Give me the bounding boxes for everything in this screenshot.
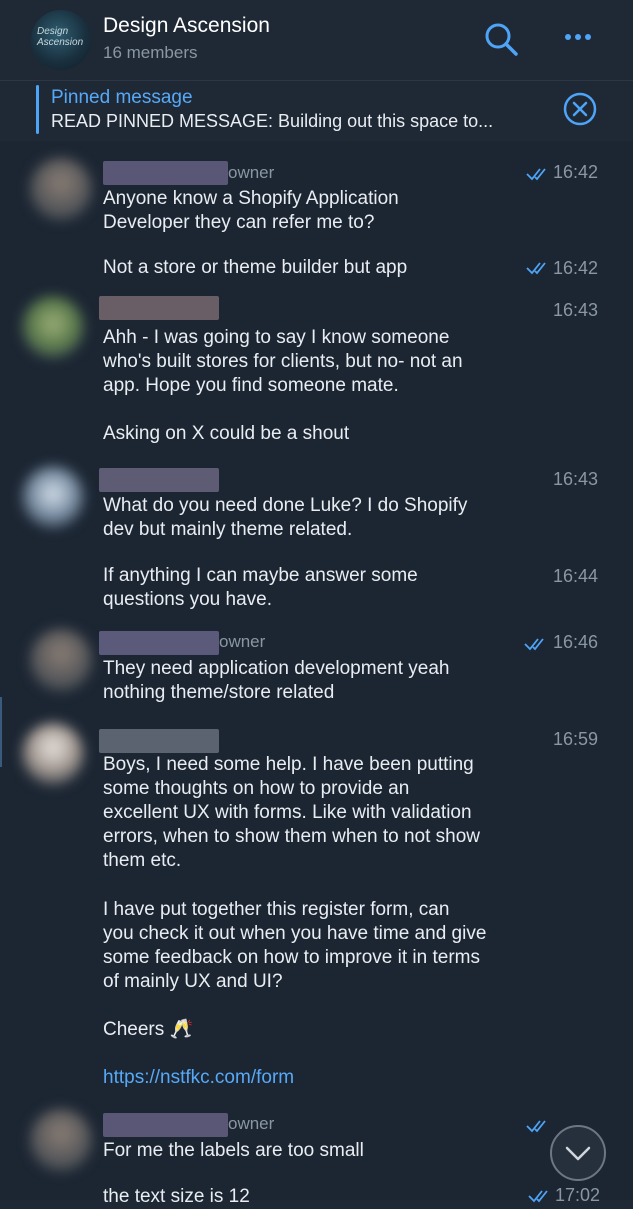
message-text: Not a store or theme builder but app xyxy=(103,257,408,278)
member-count: 16 members xyxy=(103,43,198,62)
avatar[interactable] xyxy=(30,629,92,691)
double-check-icon xyxy=(524,637,548,651)
group-avatar[interactable]: Design Ascension xyxy=(31,10,91,70)
double-check-icon xyxy=(526,1119,550,1133)
avatar[interactable] xyxy=(22,296,84,358)
message-time: 16:42 xyxy=(553,162,599,182)
role-badge: owner xyxy=(228,163,275,182)
message-time: 17:02 xyxy=(555,1185,601,1205)
avatar[interactable] xyxy=(22,466,84,528)
chat-header: Design Ascension Design Ascension 16 mem… xyxy=(0,0,633,80)
message-list[interactable]: owner 16:42 Anyone know a Shopify Applic… xyxy=(0,141,633,1207)
message-text: I have put together this register form, … xyxy=(103,899,487,992)
sender-name-redacted xyxy=(99,729,219,753)
more-dots-icon[interactable] xyxy=(560,25,596,49)
sender-name-redacted xyxy=(103,1113,228,1137)
message-link[interactable]: https://nstfkc.com/form xyxy=(103,1067,294,1089)
message-text: What do you need done Luke? I do Shopify… xyxy=(103,495,468,540)
scroll-to-bottom-button[interactable] xyxy=(550,1125,606,1181)
role-badge: owner xyxy=(228,1114,275,1133)
message-text: Boys, I need some help. I have been putt… xyxy=(103,754,481,871)
pinned-message-bar[interactable]: Pinned message READ PINNED MESSAGE: Buil… xyxy=(0,80,633,142)
sender-name-redacted xyxy=(103,161,228,185)
message-text: For me the labels are too small xyxy=(103,1140,364,1161)
message-time: 16:43 xyxy=(553,469,599,489)
sender-name-redacted xyxy=(99,468,219,492)
avatar[interactable] xyxy=(22,723,84,785)
message-text: Cheers 🥂 xyxy=(103,1019,194,1040)
message-text: They need application development yeah n… xyxy=(103,658,450,703)
message-time: 16:42 xyxy=(553,258,599,278)
message-text: If anything I can maybe answer some ques… xyxy=(103,565,418,610)
message-text: Anyone know a Shopify Application Develo… xyxy=(103,188,399,233)
message-time: 16:44 xyxy=(553,566,599,586)
message-time: 16:59 xyxy=(553,729,599,749)
chevron-down-icon xyxy=(552,1146,604,1183)
pinned-title: Pinned message xyxy=(51,87,193,108)
scroll-indicator xyxy=(0,697,2,767)
avatar[interactable] xyxy=(30,158,92,220)
close-circle-icon[interactable] xyxy=(562,91,598,127)
sender-name-redacted xyxy=(99,631,219,655)
message-text: Asking on X could be a shout xyxy=(103,423,350,444)
double-check-icon xyxy=(526,261,550,275)
message-time: 16:46 xyxy=(553,632,599,652)
message-text: the text size is 12 xyxy=(103,1186,250,1207)
message-time: 16:43 xyxy=(553,300,599,320)
chat-title[interactable]: Design Ascension xyxy=(103,14,270,38)
sender-name-redacted xyxy=(99,296,219,320)
pinned-accent-bar xyxy=(36,85,39,134)
double-check-icon xyxy=(528,1189,552,1203)
message-text: Ahh - I was going to say I know someone … xyxy=(103,327,463,396)
role-badge: owner xyxy=(219,632,266,651)
double-check-icon xyxy=(526,167,550,181)
search-icon[interactable] xyxy=(481,20,521,60)
avatar[interactable] xyxy=(30,1109,92,1171)
pinned-text: READ PINNED MESSAGE: Building out this s… xyxy=(51,111,494,131)
avatar-logo-text: Design Ascension xyxy=(37,26,84,48)
